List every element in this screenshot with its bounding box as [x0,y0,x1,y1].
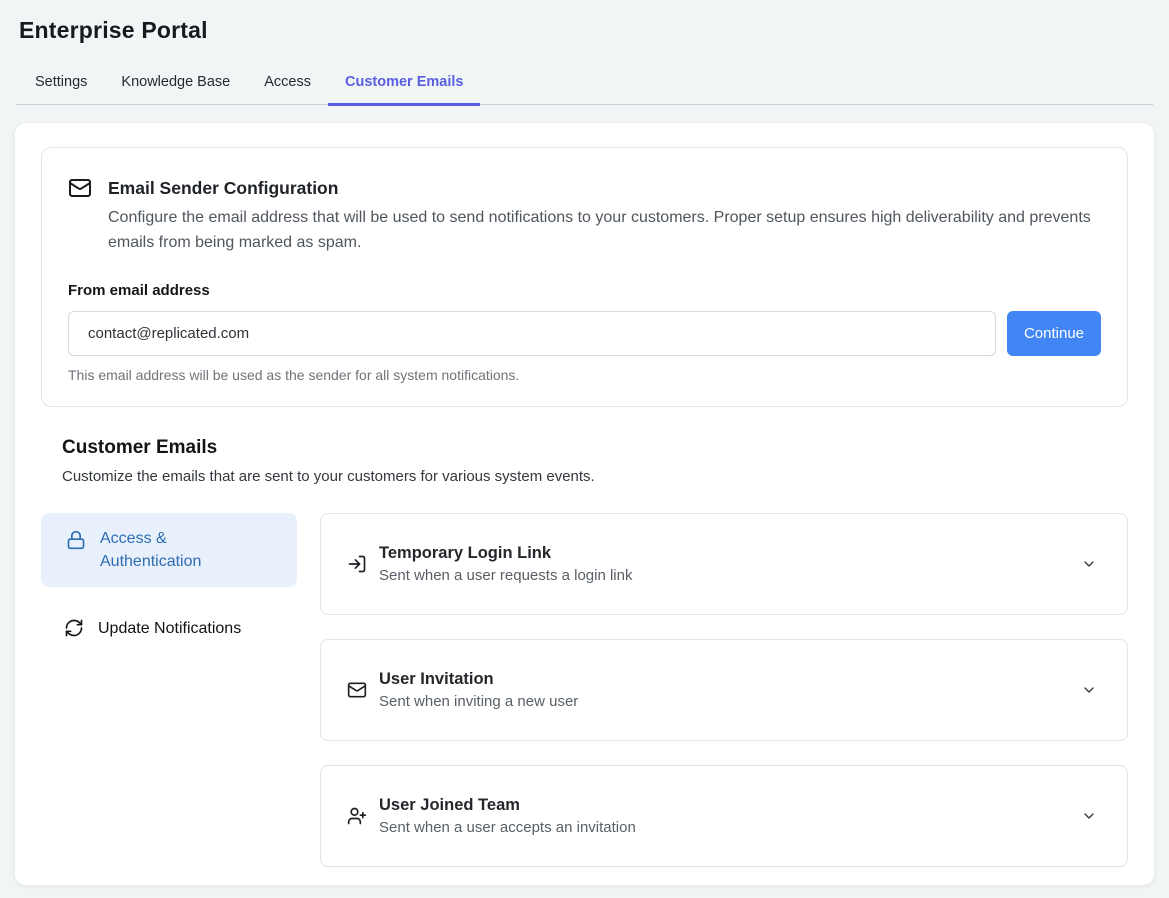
config-card-title: Email Sender Configuration [108,178,338,199]
category-update-notifications[interactable]: Update Notifications [41,609,297,648]
chevron-down-icon[interactable] [1081,682,1097,698]
email-card-temporary-login-link[interactable]: Temporary Login Link Sent when a user re… [320,513,1128,615]
login-icon [347,554,367,574]
config-card-description: Configure the email address that will be… [108,206,1093,256]
email-card-user-joined-team[interactable]: User Joined Team Sent when a user accept… [320,765,1128,867]
email-card-title: User Joined Team [379,796,1081,815]
email-card-title: Temporary Login Link [379,544,1081,563]
user-plus-icon [347,806,367,826]
email-sender-configuration-card: Email Sender Configuration Configure the… [41,147,1128,407]
category-access-authentication[interactable]: Access & Authentication [41,513,297,587]
email-template-list: Temporary Login Link Sent when a user re… [320,513,1128,867]
tab-knowledge-base[interactable]: Knowledge Base [104,63,247,106]
tab-customer-emails[interactable]: Customer Emails [328,63,480,106]
mail-icon [347,680,367,700]
customer-emails-description: Customize the emails that are sent to yo… [62,468,1128,485]
category-label: Access & Authentication [100,527,258,573]
tab-settings[interactable]: Settings [18,63,104,106]
email-card-user-invitation[interactable]: User Invitation Sent when inviting a new… [320,639,1128,741]
customer-emails-heading: Customer Emails [62,437,1128,459]
email-card-title: User Invitation [379,670,1081,689]
email-card-subtitle: Sent when inviting a new user [379,693,1081,710]
category-label: Update Notifications [98,617,241,640]
chevron-down-icon[interactable] [1081,556,1097,572]
customer-emails-panel: Email Sender Configuration Configure the… [14,122,1155,886]
email-card-subtitle: Sent when a user accepts an invitation [379,819,1081,836]
continue-button[interactable]: Continue [1007,311,1101,356]
refresh-icon [64,618,84,638]
page-title: Enterprise Portal [19,17,1150,44]
lock-icon [66,530,86,550]
mail-icon [68,176,92,200]
email-category-list: Access & Authentication Update Notificat… [41,513,297,867]
tabs-bar: Settings Knowledge Base Access Customer … [16,63,1153,105]
from-email-label: From email address [68,282,1101,299]
page-header: Enterprise Portal [0,0,1169,44]
chevron-down-icon[interactable] [1081,808,1097,824]
tab-access[interactable]: Access [247,63,328,106]
email-card-subtitle: Sent when a user requests a login link [379,567,1081,584]
from-email-input[interactable] [68,311,996,356]
from-email-helper-text: This email address will be used as the s… [68,367,1101,383]
